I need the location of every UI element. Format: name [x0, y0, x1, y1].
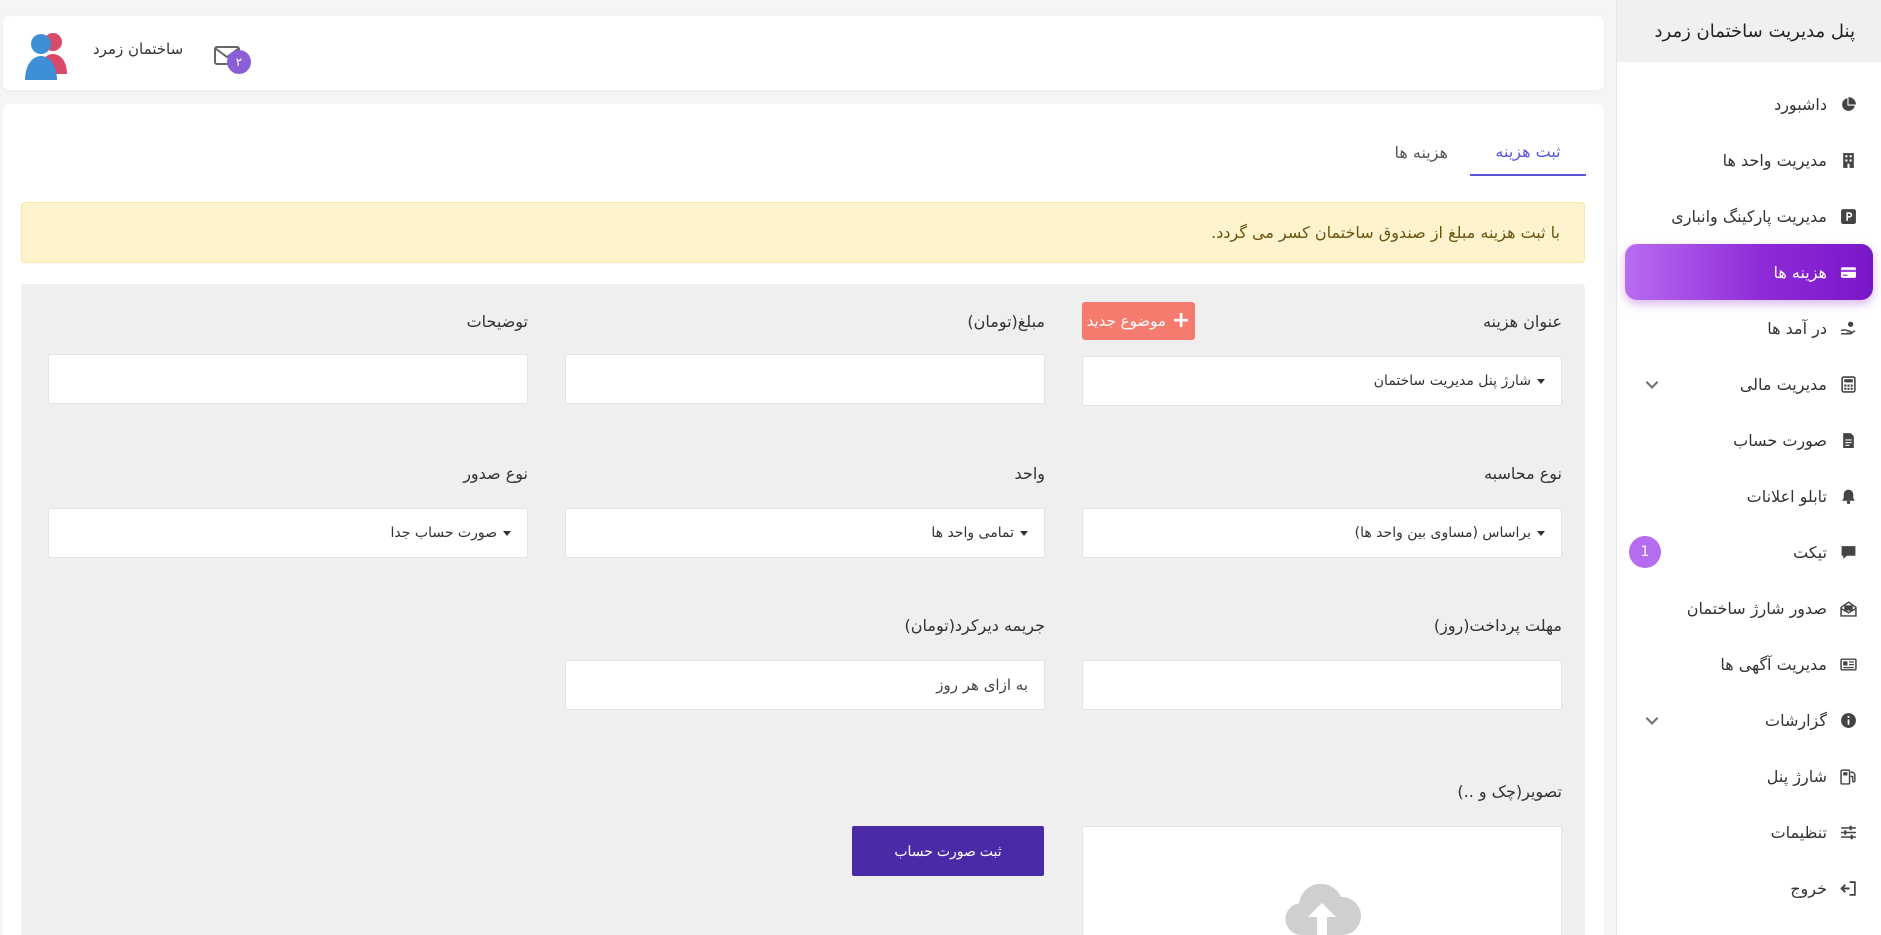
expense-form: عنوان هزینه + موضوع جدید شارژ پنل مدیریت… [21, 284, 1585, 935]
sidebar-item-reports[interactable]: گزارشات [1617, 692, 1881, 748]
chevron-down-icon[interactable] [1643, 711, 1661, 729]
building-name: ساختمان زمرد [93, 40, 184, 58]
sidebar-item-label: شارژ پنل [1766, 766, 1827, 786]
issue-type-label: نوع صدور [463, 464, 528, 483]
sidebar-item-expenses[interactable]: هزینه ها [1625, 244, 1873, 300]
calc-type-value: براساس (مساوی بین واحد ها) [1354, 525, 1531, 541]
sidebar-item-ticket[interactable]: تیکت 1 [1617, 524, 1881, 580]
description-input[interactable] [48, 354, 528, 404]
new-topic-button[interactable]: + موضوع جدید [1082, 302, 1195, 340]
logout-icon [1839, 879, 1857, 897]
sidebar-item-label: تنظیمات [1770, 822, 1827, 842]
description-label: توضیحات [466, 312, 528, 331]
info-icon [1839, 711, 1857, 729]
sidebar-item-units[interactable]: مدیریت واحد ها [1617, 132, 1881, 188]
sidebar-item-settings[interactable]: تنظیمات [1617, 804, 1881, 860]
tab-expenses[interactable]: هزینه ها [1372, 128, 1470, 176]
credit-card-icon [1839, 263, 1857, 281]
expense-title-select[interactable]: شارژ پنل مدیریت ساختمان [1082, 356, 1562, 406]
unit-value: تمامی واحد ها [931, 525, 1014, 541]
new-topic-label: موضوع جدید [1086, 312, 1166, 330]
sidebar-item-label: در آمد ها [1767, 318, 1827, 338]
sidebar-item-label: مدیریت مالی [1739, 374, 1827, 394]
plus-icon: + [1171, 308, 1191, 333]
newspaper-icon [1839, 655, 1857, 673]
caret-down-icon [1537, 378, 1545, 384]
charging-icon [1839, 767, 1857, 785]
sidebar-item-notices[interactable]: تابلو اعلانات [1617, 468, 1881, 524]
submit-invoice-button[interactable]: ثبت صورت حساب [852, 826, 1044, 876]
sidebar-title: پنل مدیریت ساختمان زمرد [1617, 0, 1881, 62]
tabs: ثبت هزینه هزینه ها [1372, 128, 1586, 176]
sidebar-item-label: گزارشات [1765, 710, 1827, 730]
sidebar: پنل مدیریت ساختمان زمرد داشبورد مدیریت و… [1616, 0, 1881, 935]
pie-chart-icon [1839, 95, 1857, 113]
penalty-label: جریمه دیرکرد(تومان) [904, 616, 1045, 635]
sidebar-item-label: داشبورد [1774, 94, 1827, 114]
chevron-down-icon[interactable] [1643, 375, 1661, 393]
expense-title-label: عنوان هزینه [1482, 312, 1562, 331]
issue-type-select[interactable]: صورت حساب جدا [48, 508, 528, 558]
sidebar-item-income[interactable]: در آمد ها [1617, 300, 1881, 356]
calc-type-select[interactable]: براساس (مساوی بین واحد ها) [1082, 508, 1562, 558]
caret-down-icon [1020, 530, 1028, 536]
bell-icon [1839, 487, 1857, 505]
cloud-upload-icon [1285, 883, 1361, 935]
sidebar-menu: داشبورد مدیریت واحد ها مدیریت پارکینگ وا… [1617, 62, 1881, 916]
amount-input[interactable] [565, 354, 1045, 404]
sidebar-item-label: صورت حساب [1733, 430, 1827, 450]
issue-type-value: صورت حساب جدا [390, 525, 497, 541]
top-header: ساختمان زمرد ۲ [3, 16, 1604, 90]
image-label: تصویر(چک و ..) [1457, 782, 1562, 801]
deadline-label: مهلت پرداخت(روز) [1433, 616, 1562, 635]
sidebar-item-label: تابلو اعلانات [1746, 486, 1827, 506]
sidebar-item-issue-charge[interactable]: صدور شارژ ساختمان [1617, 580, 1881, 636]
comment-icon [1839, 543, 1857, 561]
caret-down-icon [1537, 530, 1545, 536]
avatar[interactable] [15, 22, 77, 84]
deadline-input[interactable] [1082, 660, 1562, 710]
sidebar-item-ads[interactable]: مدیریت آگهی ها [1617, 636, 1881, 692]
sidebar-item-label: هزینه ها [1773, 262, 1827, 282]
sidebar-item-parking[interactable]: مدیریت پارکینگ وانباری [1617, 188, 1881, 244]
hand-coin-icon [1839, 319, 1857, 337]
file-icon [1839, 431, 1857, 449]
sidebar-item-panel-charge[interactable]: شارژ پنل [1617, 748, 1881, 804]
sidebar-item-invoice[interactable]: صورت حساب [1617, 412, 1881, 468]
info-alert: با ثبت هزینه مبلغ از صندوق ساختمان کسر م… [21, 202, 1585, 263]
unit-label: واحد [1014, 464, 1045, 483]
sidebar-item-label: مدیریت پارکینگ وانباری [1671, 206, 1827, 226]
sidebar-item-logout[interactable]: خروج [1617, 860, 1881, 916]
sliders-icon [1839, 823, 1857, 841]
unit-select[interactable]: تمامی واحد ها [565, 508, 1045, 558]
main-card: ثبت هزینه هزینه ها با ثبت هزینه مبلغ از … [3, 104, 1604, 935]
building-icon [1839, 151, 1857, 169]
sidebar-item-dashboard[interactable]: داشبورد [1617, 76, 1881, 132]
calculator-icon [1839, 375, 1857, 393]
sidebar-item-finance[interactable]: مدیریت مالی [1617, 356, 1881, 412]
image-upload-dropzone[interactable] [1082, 826, 1562, 935]
sidebar-item-label: صدور شارژ ساختمان [1686, 598, 1827, 618]
amount-label: مبلغ(تومان) [967, 312, 1045, 331]
calc-type-label: نوع محاسبه [1484, 464, 1562, 483]
sidebar-item-label: خروج [1790, 878, 1827, 898]
mail-count-badge: ۲ [227, 50, 251, 74]
sidebar-item-label: مدیریت آگهی ها [1720, 654, 1827, 674]
ticket-count-badge: 1 [1629, 536, 1661, 568]
expense-title-value: شارژ پنل مدیریت ساختمان [1373, 373, 1531, 389]
caret-down-icon [503, 530, 511, 536]
tab-add-expense[interactable]: ثبت هزینه [1470, 128, 1586, 176]
sidebar-item-label: تیکت [1793, 542, 1827, 562]
parking-icon [1839, 207, 1857, 225]
penalty-input[interactable]: به ازای هر روز [565, 660, 1045, 710]
envelope-open-icon [1839, 599, 1857, 617]
sidebar-item-label: مدیریت واحد ها [1722, 150, 1827, 170]
